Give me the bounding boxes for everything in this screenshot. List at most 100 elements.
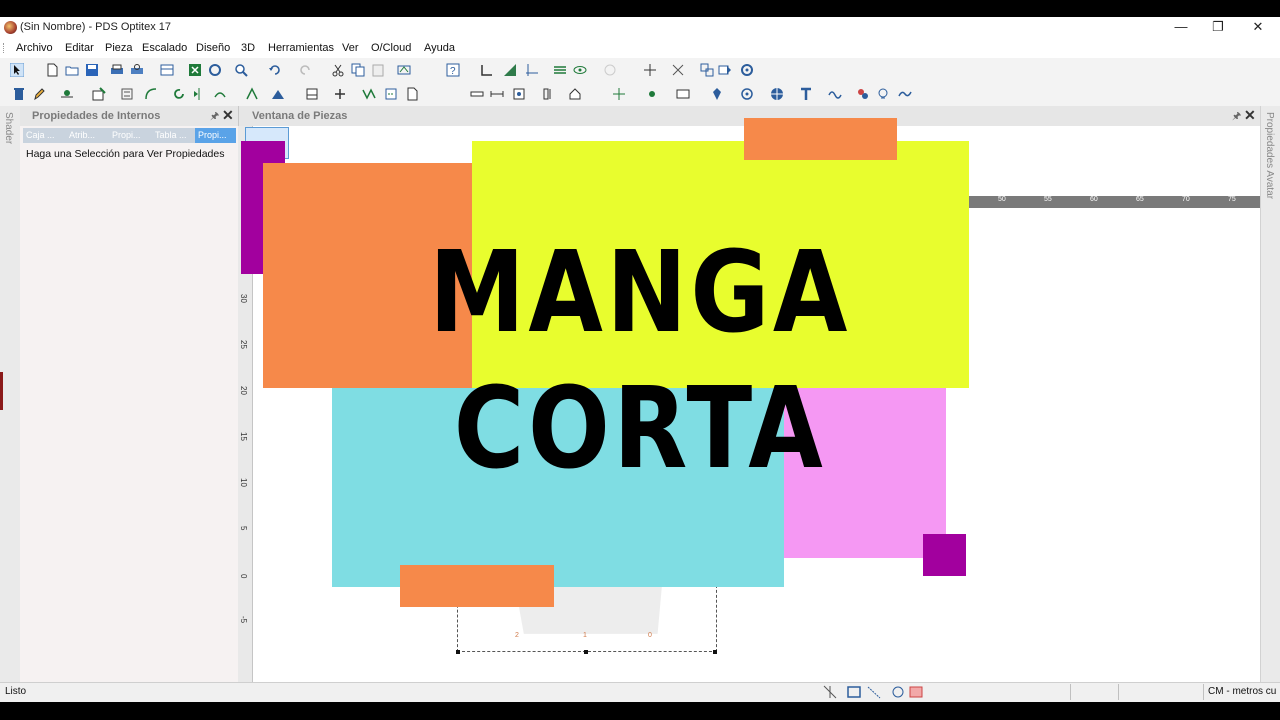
split-icon[interactable] (542, 87, 556, 101)
bottom-letterbox (0, 702, 1280, 720)
h-ruler-tick: 70 (1182, 196, 1190, 203)
tab-tabla[interactable]: Tabla ... (152, 128, 195, 143)
help-icon[interactable]: ? (446, 63, 460, 77)
paste-icon[interactable] (371, 63, 385, 77)
triangle-icon[interactable] (271, 87, 285, 101)
menu-ayuda[interactable]: Ayuda (424, 42, 455, 54)
close-window-button[interactable]: ✕ (1240, 17, 1276, 38)
layout-icon[interactable] (160, 63, 174, 77)
ruler-icon[interactable] (470, 87, 484, 101)
menu-ver[interactable]: Ver (342, 42, 359, 54)
move-icon[interactable] (643, 63, 657, 77)
pin-icon[interactable]: 🖈 (210, 109, 219, 126)
cut-icon[interactable] (331, 63, 345, 77)
seam-icon[interactable] (120, 87, 134, 101)
pin-icon[interactable] (710, 87, 724, 101)
disabled-tool-icon[interactable] (603, 63, 617, 77)
walk-icon[interactable] (512, 87, 526, 101)
selection-handle[interactable] (584, 650, 588, 654)
document-icon[interactable] (405, 87, 419, 101)
shader-label[interactable]: Shader (3, 112, 14, 144)
fold-icon[interactable] (213, 87, 227, 101)
tab-propiedades-1[interactable]: Propi... (109, 128, 152, 143)
h-ruler-tick: 50 (998, 196, 1006, 203)
pin-icon[interactable]: 🖈 (1232, 109, 1241, 126)
wave-icon[interactable] (828, 87, 842, 101)
menu-herramientas[interactable]: Herramientas (268, 42, 334, 54)
status-bar (0, 682, 1280, 703)
scale-icon[interactable] (671, 63, 685, 77)
pointer-icon[interactable] (10, 63, 24, 77)
layer-icon[interactable] (305, 87, 319, 101)
axis-icon[interactable] (525, 63, 539, 77)
mirror-icon[interactable] (192, 87, 206, 101)
pattern-toolbar (0, 82, 1280, 107)
marker-icon[interactable] (718, 63, 732, 77)
settings-icon[interactable] (208, 63, 222, 77)
minimize-button[interactable]: — (1163, 17, 1199, 38)
eye-icon[interactable] (573, 63, 587, 77)
scan-icon[interactable] (676, 87, 690, 101)
print-preview-icon[interactable] (130, 63, 144, 77)
measure-icon[interactable] (480, 63, 494, 77)
maximize-button[interactable]: ❐ (1200, 17, 1236, 38)
menu-3d[interactable]: 3D (241, 42, 255, 54)
spline-icon[interactable] (898, 87, 912, 101)
trash-icon[interactable] (12, 87, 26, 101)
cloud-icon[interactable] (740, 63, 754, 77)
shape-tool-icon[interactable] (397, 63, 411, 77)
menu-diseno[interactable]: Diseño (196, 42, 230, 54)
curve-icon[interactable] (144, 87, 158, 101)
point-icon[interactable] (60, 87, 74, 101)
node-icon[interactable] (645, 87, 659, 101)
tab-propiedades-2[interactable]: Propi... (195, 128, 236, 143)
tab-caja[interactable]: Caja ... (23, 128, 66, 143)
overlay-title-line2: CORTA (453, 364, 827, 494)
save-icon[interactable] (85, 63, 99, 77)
main-toolbar: ? (0, 58, 1280, 82)
avatar-properties-label[interactable]: Propiedades Avatar (1264, 112, 1275, 199)
close-pieces-window-button[interactable]: ✕ (1244, 107, 1256, 124)
nest-icon[interactable] (700, 63, 714, 77)
menu-escalado[interactable]: Escalado (142, 42, 187, 54)
open-folder-icon[interactable] (65, 63, 79, 77)
globe-icon[interactable] (770, 87, 784, 101)
zoom-icon[interactable] (234, 63, 248, 77)
bulb-icon[interactable] (876, 87, 890, 101)
text-icon[interactable] (799, 87, 813, 101)
button-icon[interactable] (333, 87, 347, 101)
align-icon[interactable] (553, 63, 567, 77)
sew-icon[interactable] (384, 87, 398, 101)
properties-panel-title: Propiedades de Internos (32, 110, 161, 122)
selection-handle[interactable] (456, 650, 460, 654)
v-ruler-tick: 20 (239, 386, 248, 395)
orange-block-top (744, 118, 897, 160)
grade-icon[interactable] (503, 63, 517, 77)
menu-editar[interactable]: Editar (65, 42, 94, 54)
circle-icon[interactable] (740, 87, 754, 101)
rotate-icon[interactable] (172, 87, 186, 101)
width-icon[interactable] (490, 87, 504, 101)
selection-handle[interactable] (713, 650, 717, 654)
new-file-icon[interactable] (45, 63, 59, 77)
redo-icon[interactable] (298, 63, 312, 77)
print-icon[interactable] (110, 63, 124, 77)
tab-atributos[interactable]: Atrib... (66, 128, 109, 143)
menu-archivo[interactable]: Archivo (16, 42, 53, 54)
notch-icon[interactable] (92, 87, 106, 101)
copy-icon[interactable] (351, 63, 365, 77)
shader-strip[interactable] (0, 106, 21, 682)
menu-ocloud[interactable]: O/Cloud (371, 42, 411, 54)
pen-icon[interactable] (32, 87, 46, 101)
dart-icon[interactable] (245, 87, 259, 101)
undo-icon[interactable] (268, 63, 282, 77)
color-icon[interactable] (856, 87, 870, 101)
home-icon[interactable] (568, 87, 582, 101)
v-ruler-tick: 25 (239, 340, 248, 349)
menu-pieza[interactable]: Pieza (105, 42, 133, 54)
close-panel-button[interactable]: ✕ (222, 107, 234, 124)
v-ruler-tick: 15 (239, 432, 248, 441)
excel-icon[interactable] (188, 63, 202, 77)
pleat-icon[interactable] (362, 87, 376, 101)
grading-icon[interactable] (612, 87, 626, 101)
